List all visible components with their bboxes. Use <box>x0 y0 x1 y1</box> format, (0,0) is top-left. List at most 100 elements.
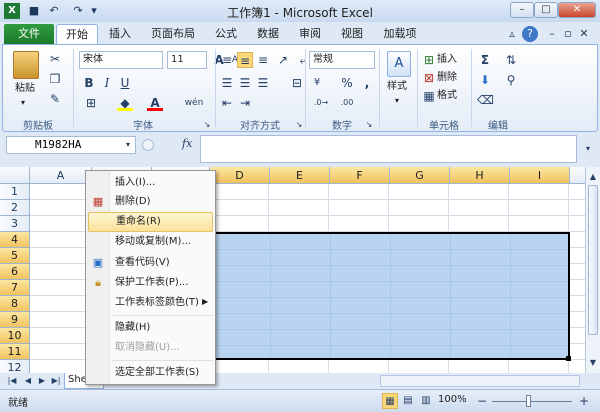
select-all-corner[interactable] <box>0 167 30 184</box>
tab-addins[interactable]: 加载项 <box>378 24 422 44</box>
column-header-e[interactable]: E <box>270 167 330 184</box>
row-header-9[interactable]: 9 <box>0 312 30 328</box>
formula-bar-splitter[interactable] <box>142 139 154 151</box>
format-painter-icon[interactable]: ✎ <box>47 91 63 107</box>
row-header-7[interactable]: 7 <box>0 280 30 296</box>
align-right-icon[interactable]: ☰ <box>255 75 271 91</box>
row-header-5[interactable]: 5 <box>0 248 30 264</box>
insert-cells-icon[interactable]: ⊞ <box>421 52 437 68</box>
increase-indent-icon[interactable]: ⇥ <box>237 95 253 111</box>
align-center-icon[interactable]: ☰ <box>237 75 253 91</box>
tab-page-layout[interactable]: 页面布局 <box>144 24 202 44</box>
decrease-decimal-icon[interactable]: .00 <box>339 95 355 111</box>
border-icon[interactable]: ⊞ <box>83 95 99 111</box>
scroll-thumb[interactable] <box>588 185 598 335</box>
row-header-3[interactable]: 3 <box>0 216 30 232</box>
normal-view-icon[interactable]: ▦ <box>382 393 398 409</box>
close-button[interactable]: ✕ <box>558 2 596 18</box>
align-middle-icon[interactable]: ≡ <box>237 52 253 68</box>
paste-dropdown-icon[interactable]: ▾ <box>21 95 25 111</box>
align-bottom-icon[interactable]: ≡ <box>255 52 271 68</box>
fill-handle[interactable] <box>566 356 571 361</box>
minimize-ribbon-icon[interactable]: ▵ <box>504 26 520 42</box>
delete-cells-button[interactable]: 删除 <box>437 70 457 86</box>
cut-icon[interactable]: ✂ <box>47 51 63 67</box>
horizontal-scrollbar[interactable] <box>380 375 580 387</box>
scroll-down-icon[interactable]: ▼ <box>586 355 600 371</box>
merge-center-icon[interactable]: ⊟ <box>289 75 305 91</box>
column-header-i[interactable]: I <box>510 167 570 184</box>
column-header-d[interactable]: D <box>210 167 270 184</box>
insert-function-icon[interactable]: fx <box>182 137 192 150</box>
name-box[interactable]: M1982HA <box>6 136 136 154</box>
increase-decimal-icon[interactable]: .0→ <box>313 95 329 111</box>
row-header-2[interactable]: 2 <box>0 200 30 216</box>
menu-item-move-copy[interactable]: 移动或复制(M)... <box>88 232 213 252</box>
font-name-combo[interactable]: 宋体 <box>79 51 163 69</box>
row-header-8[interactable]: 8 <box>0 296 30 312</box>
close-workbook-icon[interactable]: ✕ <box>576 26 592 42</box>
column-header-f[interactable]: F <box>330 167 390 184</box>
number-dialog-launcher-icon[interactable]: ↘ <box>361 117 377 133</box>
restore-workbook-icon[interactable]: – <box>544 26 560 42</box>
font-size-combo[interactable]: 11 <box>167 51 207 69</box>
row-header-6[interactable]: 6 <box>0 264 30 280</box>
vertical-scrollbar[interactable]: ▲ ▼ <box>585 167 600 373</box>
column-header-j[interactable] <box>570 167 585 184</box>
page-layout-view-icon[interactable]: ▤ <box>400 393 416 409</box>
find-select-icon[interactable]: ⚲ <box>503 72 519 88</box>
fill-icon[interactable]: ⬇ <box>477 72 493 88</box>
scroll-up-icon[interactable]: ▲ <box>586 169 600 185</box>
row-header-12[interactable]: 12 <box>0 360 30 373</box>
number-format-combo[interactable]: 常规 <box>309 51 375 69</box>
font-dialog-launcher-icon[interactable]: ↘ <box>199 117 215 133</box>
insert-cells-button[interactable]: 插入 <box>437 52 457 68</box>
styles-icon[interactable]: A <box>387 51 411 77</box>
tab-file[interactable]: 文件 <box>4 24 54 44</box>
autosum-icon[interactable]: Σ <box>477 52 493 68</box>
decrease-indent-icon[interactable]: ⇤ <box>219 95 235 111</box>
save-icon[interactable]: ■ <box>26 3 42 19</box>
font-color-icon[interactable]: A <box>147 95 163 111</box>
underline-button[interactable]: U <box>117 75 133 91</box>
undo-icon[interactable]: ↶ <box>46 3 62 19</box>
align-left-icon[interactable]: ☰ <box>219 75 235 91</box>
zoom-out-icon[interactable]: − <box>474 393 490 409</box>
zoom-level[interactable]: 100% <box>438 394 467 405</box>
column-header-a[interactable]: A <box>30 167 92 184</box>
currency-icon[interactable]: ¥ <box>309 75 325 91</box>
menu-item-hide[interactable]: 隐藏(H) <box>88 318 213 338</box>
maximize-button[interactable]: □ <box>534 2 558 18</box>
first-sheet-icon[interactable]: |◀ <box>4 373 20 389</box>
column-header-h[interactable]: H <box>450 167 510 184</box>
phonetic-icon[interactable]: wén <box>183 95 205 111</box>
restore-icon[interactable]: ▫ <box>560 26 576 42</box>
last-sheet-icon[interactable]: ▶| <box>48 373 64 389</box>
help-icon[interactable]: ? <box>522 26 538 42</box>
menu-item-rename[interactable]: 重命名(R) <box>88 212 213 232</box>
percent-icon[interactable]: % <box>339 75 355 91</box>
minimize-button[interactable]: – <box>510 2 534 18</box>
format-cells-icon[interactable]: ▦ <box>421 88 437 104</box>
redo-icon[interactable]: ↷ <box>70 3 86 19</box>
column-header-g[interactable]: G <box>390 167 450 184</box>
formula-input[interactable] <box>200 135 577 163</box>
clear-icon[interactable]: ⌫ <box>477 92 494 108</box>
orientation-icon[interactable]: ↗ <box>275 52 291 68</box>
zoom-slider[interactable] <box>492 401 572 402</box>
customize-toolbar-icon[interactable]: ▾ <box>86 3 102 19</box>
row-header-10[interactable]: 10 <box>0 328 30 344</box>
tab-home[interactable]: 开始 <box>56 24 98 44</box>
tab-view[interactable]: 视图 <box>334 24 370 44</box>
row-header-4[interactable]: 4 <box>0 232 30 248</box>
sort-filter-icon[interactable]: ⇅ <box>503 52 519 68</box>
row-header-11[interactable]: 11 <box>0 344 30 360</box>
menu-item-tab-color[interactable]: 工作表标签颜色(T) <box>88 293 213 313</box>
namebox-dropdown-icon[interactable]: ▾ <box>120 137 136 153</box>
menu-item-delete[interactable]: 删除(D) <box>88 192 213 212</box>
menu-item-insert[interactable]: 插入(I)... <box>88 173 213 193</box>
italic-button[interactable]: I <box>99 75 115 91</box>
zoom-in-icon[interactable]: + <box>576 393 592 409</box>
zoom-slider-thumb[interactable] <box>526 395 531 407</box>
tab-formulas[interactable]: 公式 <box>208 24 244 44</box>
